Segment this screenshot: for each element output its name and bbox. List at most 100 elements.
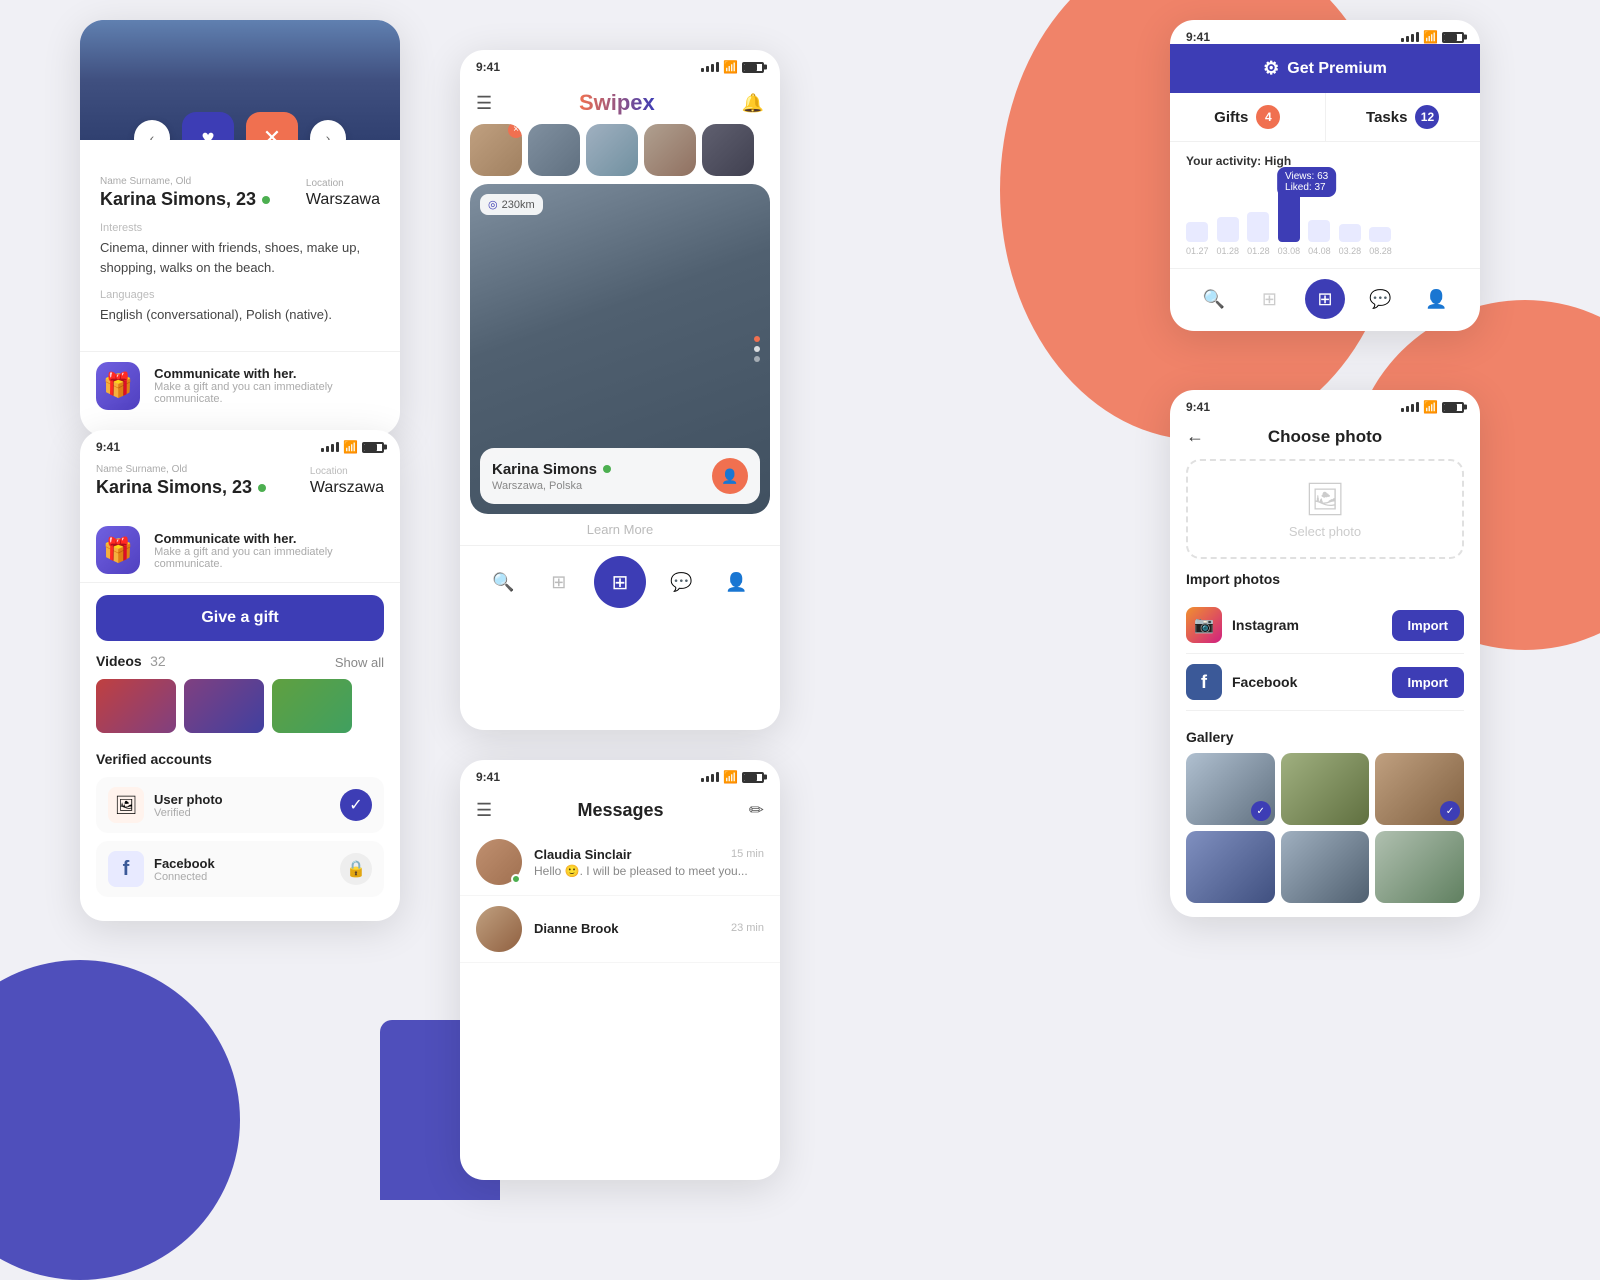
pnav-profile[interactable]: 👤 — [1416, 279, 1456, 319]
gifts-item[interactable]: Gifts 4 — [1170, 93, 1326, 141]
video-thumb-2[interactable] — [184, 679, 264, 733]
video-thumbnails — [96, 679, 384, 733]
gallery-item-6[interactable] — [1375, 831, 1464, 903]
nav-layers[interactable]: ⊞ — [539, 562, 579, 602]
languages-value: English (conversational), Polish (native… — [100, 305, 380, 325]
gallery-check-1: ✓ — [1251, 801, 1271, 821]
message-item-2[interactable]: Dianne Brook 23 min — [460, 896, 780, 963]
swipe-signal — [701, 62, 719, 72]
gift-text-2: Communicate with her. Make a gift and yo… — [154, 531, 384, 570]
message-name-row-2: Dianne Brook 23 min — [534, 921, 764, 936]
story-item-4[interactable] — [644, 124, 696, 176]
card-profile-top: ‹ ♥ ✕ › Name Surname, Old Karina Simons,… — [80, 20, 400, 436]
dot-1[interactable] — [754, 336, 760, 342]
premium-signal — [1401, 32, 1419, 42]
choose-photo-wifi: 📶 — [1423, 400, 1438, 414]
dot-2[interactable] — [754, 346, 760, 352]
location-label: Location — [306, 178, 380, 189]
get-premium-button[interactable]: ⚙ Get Premium — [1170, 44, 1480, 93]
instagram-icon: 📷 — [1194, 615, 1214, 635]
add-friend-button[interactable]: 👤 — [712, 458, 748, 494]
story-item-3[interactable] — [586, 124, 638, 176]
back-arrow-icon[interactable]: ← — [1186, 426, 1204, 447]
like-button[interactable]: ♥ — [182, 112, 234, 140]
story-item-2[interactable] — [528, 124, 580, 176]
pnav-search[interactable]: 🔍 — [1194, 279, 1234, 319]
nav-home-active[interactable]: ⊞ — [594, 556, 646, 608]
chart-label-2: 01.28 — [1217, 246, 1240, 256]
tasks-item[interactable]: Tasks 12 — [1326, 93, 1481, 141]
gallery-item-1[interactable]: ✓ — [1186, 753, 1275, 825]
profile-name-block-2: Name Surname, Old Karina Simons, 23 — [96, 464, 266, 498]
compass-icon: ◎ — [488, 198, 498, 211]
messages-menu-icon[interactable]: ☰ — [476, 800, 492, 821]
card-swipe: 9:41 📶 ☰ Swipex 🔔 ◎ 230km — [460, 50, 780, 730]
gift-title: Communicate with her. — [154, 366, 384, 381]
add-person-icon: 👤 — [721, 468, 738, 485]
compose-icon[interactable]: ✏ — [749, 800, 764, 821]
verified-title: Verified accounts — [96, 751, 384, 767]
gallery-section: Gallery ✓ ✓ — [1170, 721, 1480, 917]
pnav-chat[interactable]: 💬 — [1361, 279, 1401, 319]
select-photo-text: Select photo — [1289, 524, 1361, 539]
gift-subtitle: Make a gift and you can immediately comm… — [154, 381, 384, 405]
video-thumb-3[interactable] — [272, 679, 352, 733]
gift-icon: 🎁 — [96, 362, 140, 410]
chart-tooltip: Views: 63Liked: 37 — [1277, 167, 1336, 197]
app-logo: Swipex — [579, 90, 655, 116]
gift-banner: 🎁 Communicate with her. Make a gift and … — [80, 351, 400, 420]
gallery-item-5[interactable] — [1281, 831, 1370, 903]
crown-icon: ⚙ — [1263, 58, 1279, 79]
show-all-link[interactable]: Show all — [335, 655, 384, 670]
give-gift-button[interactable]: Give a gift — [96, 595, 384, 641]
status-bar-bottom: 9:41 📶 — [80, 430, 400, 460]
nav-search[interactable]: 🔍 — [484, 562, 524, 602]
nav-chat[interactable]: 💬 — [661, 562, 701, 602]
dislike-button[interactable]: ✕ — [246, 112, 298, 140]
nav-profile[interactable]: 👤 — [716, 562, 756, 602]
choose-photo-time: 9:41 — [1186, 400, 1210, 414]
next-button[interactable]: › — [310, 120, 346, 140]
video-thumb-1[interactable] — [96, 679, 176, 733]
online-dot-claudia — [511, 874, 521, 884]
notification-icon[interactable]: 🔔 — [742, 93, 764, 114]
chart-bar-1 — [1186, 222, 1208, 242]
online-indicator — [262, 196, 270, 204]
import-facebook-row: f Facebook Import — [1186, 654, 1464, 711]
menu-icon[interactable]: ☰ — [476, 93, 492, 114]
chart-col-4: Views: 63Liked: 37 03.08 — [1278, 177, 1301, 256]
import-instagram-button[interactable]: Import — [1392, 610, 1464, 641]
gallery-item-2[interactable] — [1281, 753, 1370, 825]
story-item-5[interactable] — [702, 124, 754, 176]
status-icons: 📶 — [321, 440, 384, 454]
gallery-title: Gallery — [1186, 729, 1464, 745]
pnav-home-active[interactable]: ⊞ — [1305, 279, 1345, 319]
verified-photo-text: User photo Verified — [154, 792, 223, 819]
premium-btn-label: Get Premium — [1287, 60, 1387, 78]
gallery-item-3[interactable]: ✓ — [1375, 753, 1464, 825]
profile-name-block: Name Surname, Old Karina Simons, 23 — [100, 176, 270, 210]
tasks-label: Tasks — [1366, 109, 1407, 126]
chart-col-7: 08.28 — [1369, 227, 1392, 256]
main-swipe-photo: ◎ 230km Karina Simons Warszawa, Polska 👤 — [470, 184, 770, 514]
message-item-1[interactable]: Claudia Sinclair 15 min Hello 🙂. I will … — [460, 829, 780, 896]
avatar-dianne — [476, 906, 522, 952]
learn-more-link[interactable]: Learn More — [460, 514, 780, 545]
profile-name-2: Karina Simons, 23 — [96, 477, 266, 498]
dot-3[interactable] — [754, 356, 760, 362]
gifts-tasks-row: Gifts 4 Tasks 12 — [1170, 93, 1480, 142]
videos-label: Videos — [96, 653, 142, 669]
verified-item-photo: 🖼 User photo Verified ✓ — [96, 777, 384, 833]
swipe-time: 9:41 — [476, 60, 500, 74]
gallery-item-4[interactable] — [1186, 831, 1275, 903]
pnav-layers[interactable]: ⊞ — [1249, 279, 1289, 319]
story-item-1[interactable] — [470, 124, 522, 176]
location-value-2: Warszawa — [310, 479, 384, 497]
instagram-logo: 📷 — [1186, 607, 1222, 643]
import-facebook-button[interactable]: Import — [1392, 667, 1464, 698]
prev-button[interactable]: ‹ — [134, 120, 170, 140]
bg-decoration-blue-left — [0, 960, 240, 1280]
swipe-wifi: 📶 — [723, 60, 738, 74]
card-profile-bottom: 9:41 📶 Name Surname, Old Karina Simons, … — [80, 430, 400, 921]
select-photo-area[interactable]: 🖼 Select photo — [1186, 459, 1464, 559]
